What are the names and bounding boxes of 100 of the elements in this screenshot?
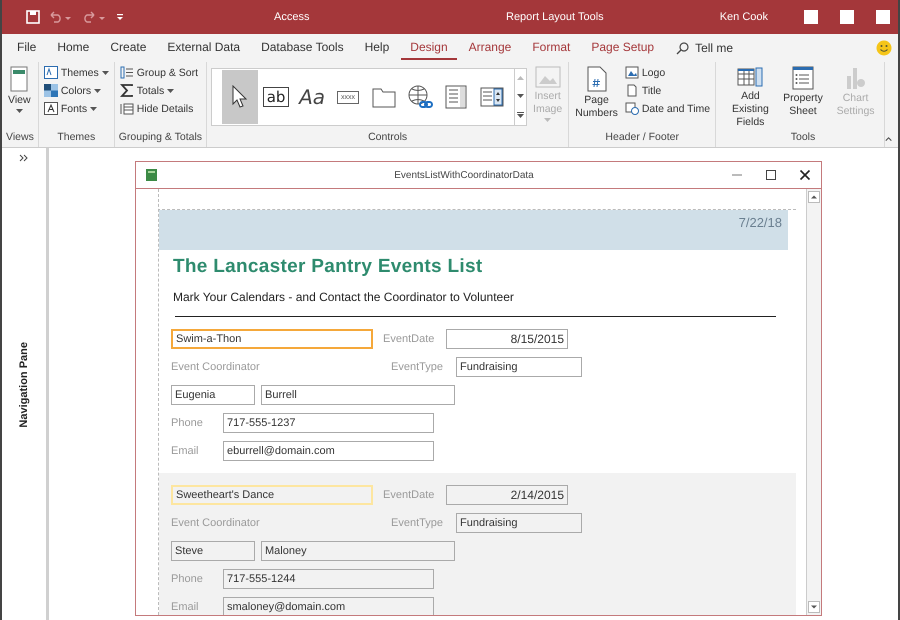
- scroll-down-icon[interactable]: [808, 601, 820, 613]
- pointer-control[interactable]: [222, 70, 258, 124]
- report-icon: [146, 169, 157, 181]
- app-title: Access: [274, 11, 310, 23]
- theme-menu-button[interactable]: Colors: [42, 82, 102, 99]
- view-button[interactable]: View: [6, 64, 33, 115]
- redo-icon[interactable]: [82, 11, 108, 23]
- tool-button[interactable]: Property Sheet: [778, 64, 828, 120]
- grouping-button[interactable]: Group & Sort: [118, 64, 200, 81]
- grouping-button[interactable]: Hide Details: [118, 100, 194, 117]
- tab-control-icon: [372, 86, 396, 108]
- maximize-icon[interactable]: [765, 169, 777, 181]
- search-icon: [676, 42, 690, 54]
- ribbon-tab[interactable]: Page Setup: [582, 36, 664, 60]
- navigation-pane-label[interactable]: Navigation Pane: [18, 342, 30, 428]
- event-date-field[interactable]: 2/14/2015: [446, 485, 568, 505]
- field-label: EventType: [391, 517, 444, 529]
- save-icon[interactable]: [26, 10, 40, 24]
- document-icon: [624, 84, 639, 97]
- ribbon-tab[interactable]: Arrange: [460, 36, 520, 60]
- fields-table-icon: [737, 66, 764, 88]
- dropdown-caret-icon: [544, 118, 552, 122]
- textbox-control[interactable]: ab: [258, 70, 294, 124]
- calendar-clock-icon: [624, 102, 639, 115]
- field-label: Phone: [171, 417, 204, 429]
- event-type-field[interactable]: Fundraising: [456, 357, 582, 377]
- tool-button[interactable]: Add Existing Fields: [726, 64, 775, 131]
- theme-menu-button[interactable]: Themes: [42, 64, 110, 81]
- list-box-icon: [445, 85, 468, 109]
- field-label: EventDate: [383, 489, 436, 501]
- group-label: Header / Footer: [604, 131, 680, 145]
- gallery-down-icon[interactable]: [517, 94, 524, 98]
- ribbon-tab[interactable]: Design: [401, 36, 457, 60]
- ribbon-tab[interactable]: External Data: [158, 36, 250, 60]
- page-numbers-button[interactable]: Page Numbers: [573, 64, 620, 122]
- event-name-field[interactable]: Sweetheart's Dance: [171, 485, 373, 505]
- color-palette-icon: [44, 84, 58, 97]
- report-date: 7/22/18: [738, 215, 782, 232]
- dropdown-caret-icon: [94, 88, 102, 92]
- dropdown-caret-icon: [102, 70, 109, 74]
- ribbon-tab[interactable]: Create: [101, 36, 156, 60]
- last-name-field[interactable]: Maloney: [261, 541, 455, 561]
- window-title: EventsListWithCoordinatorData: [393, 170, 535, 180]
- ribbon-tab[interactable]: File: [8, 36, 46, 60]
- field-label: Phone: [171, 573, 204, 585]
- picture-icon: [534, 66, 561, 88]
- gallery-more-icon[interactable]: [517, 112, 524, 118]
- event-type-field[interactable]: Fundraising: [456, 513, 582, 533]
- group-label: Grouping & Totals: [118, 131, 202, 145]
- combo-box-icon: [480, 87, 504, 107]
- tell-me-field[interactable]: Tell me: [693, 40, 778, 56]
- undo-icon[interactable]: [48, 11, 74, 23]
- group-label: Themes: [56, 131, 96, 145]
- email-field[interactable]: eburrell@domain.com: [223, 441, 434, 461]
- first-name-field[interactable]: Eugenia: [171, 385, 255, 405]
- ribbon-tab[interactable]: Home: [48, 36, 98, 60]
- field-label: EventType: [391, 361, 444, 373]
- field-label: Event Coordinator: [171, 361, 261, 373]
- property-sheet-icon: [792, 66, 814, 90]
- smiley-icon[interactable]: [876, 40, 892, 56]
- first-name-field[interactable]: Steve: [171, 541, 255, 561]
- field-label: Email: [171, 445, 200, 457]
- close-icon[interactable]: [799, 169, 811, 181]
- report-title: The Lancaster Pantry Events List: [173, 256, 484, 278]
- field-label: Event Coordinator: [171, 517, 261, 529]
- phone-field[interactable]: 717-555-1244: [223, 569, 434, 589]
- logo-image-icon: [624, 66, 639, 79]
- event-date-field[interactable]: 8/15/2015: [446, 329, 568, 349]
- header-footer-button[interactable]: Title: [624, 82, 712, 99]
- header-footer-button[interactable]: Date and Time: [624, 100, 712, 117]
- dropdown-caret-icon: [167, 88, 174, 92]
- vertical-scrollbar[interactable]: [806, 189, 821, 615]
- event-name-field[interactable]: Swim-a-Thon: [171, 329, 373, 349]
- group-sort-icon: [120, 66, 134, 79]
- field-label: EventDate: [383, 333, 436, 345]
- group-label: Controls: [367, 131, 408, 145]
- expand-icon[interactable]: [19, 154, 29, 162]
- sigma-icon: [120, 84, 134, 97]
- email-field[interactable]: smaloney@domain.com: [223, 597, 434, 615]
- chart-gear-icon: [844, 66, 867, 90]
- ribbon-tab[interactable]: Help: [356, 36, 398, 60]
- grouping-button[interactable]: Totals: [118, 82, 176, 99]
- label-control[interactable]: Aa: [294, 70, 330, 124]
- font-icon: [44, 102, 58, 115]
- globe-link-icon: [407, 84, 434, 110]
- hide-details-icon: [120, 102, 134, 115]
- ribbon-tab[interactable]: Database Tools: [252, 36, 353, 60]
- customize-icon[interactable]: [116, 12, 124, 22]
- scroll-up-icon[interactable]: [808, 191, 820, 203]
- ribbon-tab[interactable]: Format: [523, 36, 580, 60]
- page-number-icon: [586, 66, 607, 92]
- user-name[interactable]: Ken Cook: [720, 11, 768, 23]
- collapse-ribbon-icon[interactable]: [884, 136, 892, 142]
- phone-field[interactable]: 717-555-1237: [223, 413, 434, 433]
- dropdown-caret-icon: [16, 109, 23, 113]
- theme-menu-button[interactable]: Fonts: [42, 100, 98, 117]
- header-footer-button[interactable]: Logo: [624, 64, 712, 81]
- gallery-scrollbar[interactable]: [514, 69, 526, 125]
- last-name-field[interactable]: Burrell: [261, 385, 455, 405]
- report-subtitle: Mark Your Calendars - and Contact the Coordinator to Volunteer: [173, 290, 515, 304]
